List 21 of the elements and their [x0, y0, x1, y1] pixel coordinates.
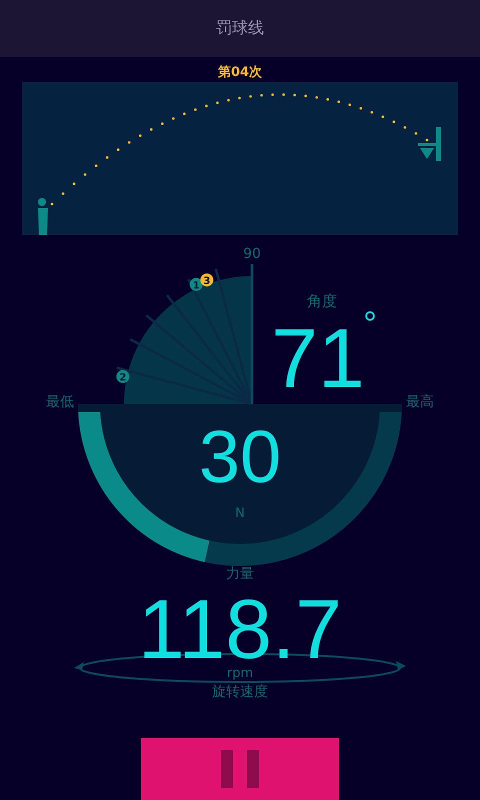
min-label: 最低: [46, 394, 74, 410]
pause-icon: [221, 750, 259, 788]
spin-label: 旋转速度: [212, 683, 268, 702]
max-angle-label: 90: [243, 246, 261, 262]
max-label: 最高: [406, 394, 434, 410]
shot-marker: 2: [116, 370, 130, 384]
force-label: 力量: [226, 566, 254, 582]
window-title: 罚球线: [216, 18, 264, 39]
pause-button[interactable]: [141, 738, 339, 800]
shot-marker: 1: [190, 278, 203, 292]
hoop-icon: [418, 127, 441, 161]
spin-unit: rpm: [226, 666, 254, 682]
attempt-counter: 第04次: [218, 64, 262, 82]
angle-value: 71: [271, 311, 365, 405]
player-icon: [38, 198, 48, 235]
force-unit: N: [235, 506, 245, 521]
shot-marker: 3: [200, 273, 214, 287]
force-value: 30: [198, 415, 282, 498]
angle-label: 角度: [307, 292, 337, 310]
degree-unit: °: [363, 305, 377, 343]
spin-value: 118.7: [138, 590, 342, 668]
